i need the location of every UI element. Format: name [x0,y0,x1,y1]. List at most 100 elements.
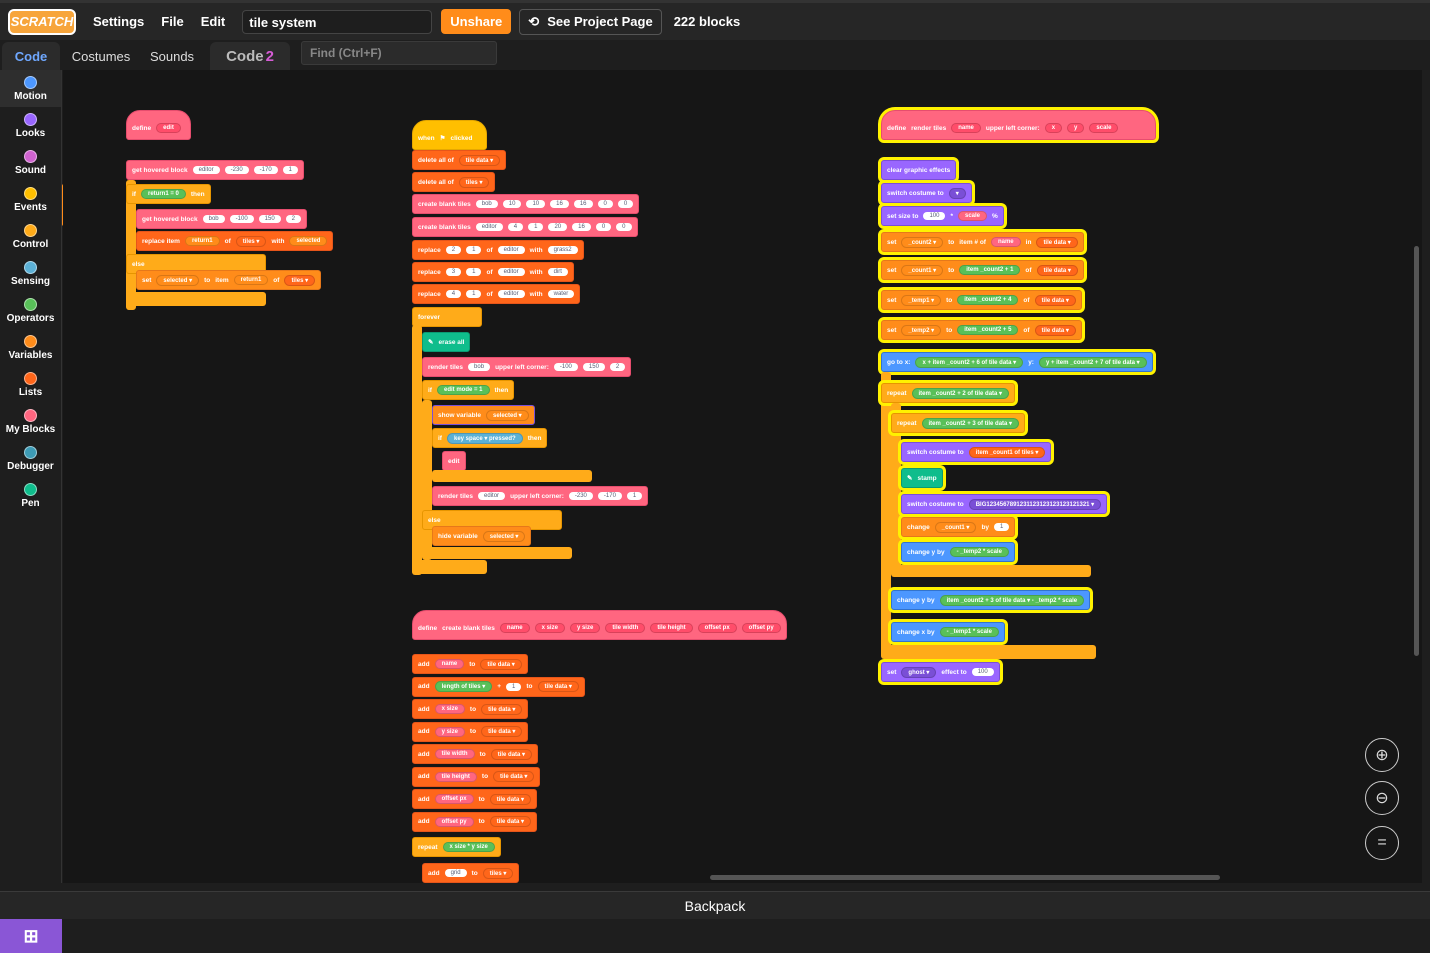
reporter-block[interactable]: tile data ▾ [537,681,579,692]
code-block[interactable]: forever [412,307,482,327]
code-block[interactable]: switch costume to item _count1 of tiles ▾ [901,442,1052,462]
zoom-in-button[interactable]: ⊕ [1365,738,1399,772]
reporter-block[interactable]: ▾ [948,187,966,199]
find-input[interactable]: Find (Ctrl+F) [301,41,497,65]
reporter-block[interactable]: item _count2 + 3 of tile data ▾ - _temp2… [939,594,1085,606]
tab-sounds[interactable]: Sounds [142,42,202,70]
code-block[interactable]: if edit mode = 1 then [422,380,515,400]
block-input[interactable]: editor [497,246,525,254]
reporter-block[interactable]: selected [289,236,328,246]
category-my-blocks[interactable]: My Blocks [0,403,61,440]
code-block[interactable]: if return1 = 0 then [126,184,211,204]
reporter-block[interactable]: offset px [697,623,737,633]
vertical-scrollbar[interactable] [1414,246,1419,656]
reporter-block[interactable]: - _temp1 * scale [939,627,999,637]
reporter-block[interactable]: _count1 ▾ [934,521,977,533]
reporter-block[interactable]: tile data ▾ [489,793,532,805]
reporter-block[interactable]: item _count2 + 1 [959,265,1021,275]
code-block[interactable]: set _count1 ▾ to item _count2 + 1 of tile dat… [881,260,1084,280]
reporter-block[interactable]: name [951,123,981,133]
reporter-block[interactable]: edit mode = 1 [436,385,490,395]
code-block[interactable]: add name to tile data ▾ [412,654,528,674]
add-extension-button[interactable]: ⊞ [0,919,62,953]
reporter-block[interactable]: offset py [741,623,781,633]
reporter-block[interactable]: key space ▾ pressed? [446,432,523,444]
reporter-block[interactable]: tile height [650,623,693,633]
reporter-block[interactable]: _temp1 ▾ [901,294,942,306]
code-block[interactable]: add tile width to tile data ▾ [412,744,539,764]
reporter-block[interactable]: tile width [605,623,646,633]
block-input[interactable]: 1 [466,246,482,254]
reporter-block[interactable]: x size [434,704,465,714]
reporter-block[interactable]: item _count2 + 3 of tile data ▾ [921,417,1020,429]
code-block[interactable]: if key space ▾ pressed? then [432,428,548,448]
category-events[interactable]: Events [0,181,61,218]
block-input[interactable]: grid [444,869,467,877]
tab-code2[interactable]: Code 2 [210,42,290,70]
code-block[interactable]: change y by item _count2 + 3 of tile data… [891,590,1091,610]
tab-costumes[interactable]: Costumes [64,42,138,70]
reporter-block[interactable]: length of tiles ▾ [434,681,493,692]
reporter-block[interactable]: return1 [233,275,269,285]
block-input[interactable]: 1 [528,223,544,231]
block-input[interactable]: 1 [466,268,482,276]
block-input[interactable]: -230 [568,492,593,500]
reporter-block[interactable]: scale [1089,123,1119,133]
reporter-block[interactable]: y + item _count2 + 7 of tile data ▾ [1038,356,1147,368]
block-input[interactable]: 1 [506,682,522,691]
code-block[interactable]: change y by - _temp2 * scale [901,542,1015,562]
category-motion[interactable]: Motion [0,70,61,107]
reporter-block[interactable]: tile data ▾ [458,154,501,166]
reporter-block[interactable]: _count1 ▾ [901,264,944,276]
reporter-block[interactable]: x + item _count2 + 6 of tile data ▾ [915,356,1024,368]
reporter-block[interactable]: y size [569,623,601,633]
code-block[interactable]: replace 2 1 of editor with grass2 [412,240,584,260]
block-input[interactable]: 16 [550,200,569,208]
block-input[interactable]: -170 [253,166,278,174]
project-title-input[interactable]: tile system [242,9,433,34]
block-input[interactable]: 150 [258,215,281,223]
code-block[interactable]: repeat item _count2 + 2 of tile data ▾ [881,383,1016,403]
horizontal-scrollbar[interactable] [710,875,1220,880]
block-input[interactable]: water [547,290,575,298]
block-input[interactable]: 2 [445,246,462,254]
reporter-block[interactable]: selected ▾ [156,274,200,286]
block-input[interactable]: bob [202,215,225,223]
reporter-block[interactable]: tiles ▾ [284,274,316,286]
reporter-block[interactable]: tile data ▾ [480,658,522,670]
reporter-block[interactable]: return1 [184,236,220,246]
code-block[interactable]: set _temp1 ▾ to item _count2 + 4 of tile data… [881,290,1082,310]
reporter-block[interactable]: x size * y size [442,842,495,852]
block-input[interactable]: 10 [526,200,546,208]
category-looks[interactable]: Looks [0,107,61,144]
reporter-block[interactable]: item _count1 of tiles ▾ [968,446,1046,458]
code-block[interactable]: switch costume to BIG12345678912311231231… [901,494,1108,514]
block-input[interactable]: 16 [572,223,591,231]
block-input[interactable]: 1 [626,492,643,500]
reporter-block[interactable]: _count2 ▾ [901,236,944,248]
code-block[interactable]: get hovered block editor -230 -170 1 [126,160,305,180]
code-block[interactable]: replace 4 1 of editor with water [412,284,581,304]
block-input[interactable]: 2 [609,363,626,371]
reporter-block[interactable]: tiles ▾ [482,867,514,879]
code-block[interactable]: repeat item _count2 + 3 of tile data ▾ [891,413,1026,433]
edit-menu[interactable]: Edit [201,14,226,29]
code-block[interactable]: define create blank tiles name x size y size… [412,610,787,640]
reporter-block[interactable]: x [1044,123,1063,133]
reporter-block[interactable]: tile data ▾ [489,816,532,827]
block-input[interactable]: 4 [445,290,462,298]
category-variables[interactable]: Variables [0,329,61,366]
code-block[interactable]: add y size to tile data ▾ [412,721,529,742]
code-block[interactable]: create blank tiles bob 10 10 16 16 0 0 [412,194,640,214]
category-pen[interactable]: Pen [0,477,61,514]
code-workspace[interactable]: define edit get hovered block editor -230 -17… [63,70,1422,883]
code-block[interactable]: add grid to tiles ▾ [422,863,520,883]
reporter-block[interactable]: x size [534,623,565,633]
block-input[interactable]: editor [497,290,525,298]
code-block[interactable]: switch costume to ▾ [881,183,972,203]
tab-code[interactable]: Code [2,42,60,70]
code-block[interactable]: add tile height to tile data ▾ [412,766,541,787]
code-block[interactable]: hide variable selected ▾ [432,526,532,546]
block-input[interactable]: -230 [224,166,249,174]
code-block[interactable]: define edit [126,110,191,140]
